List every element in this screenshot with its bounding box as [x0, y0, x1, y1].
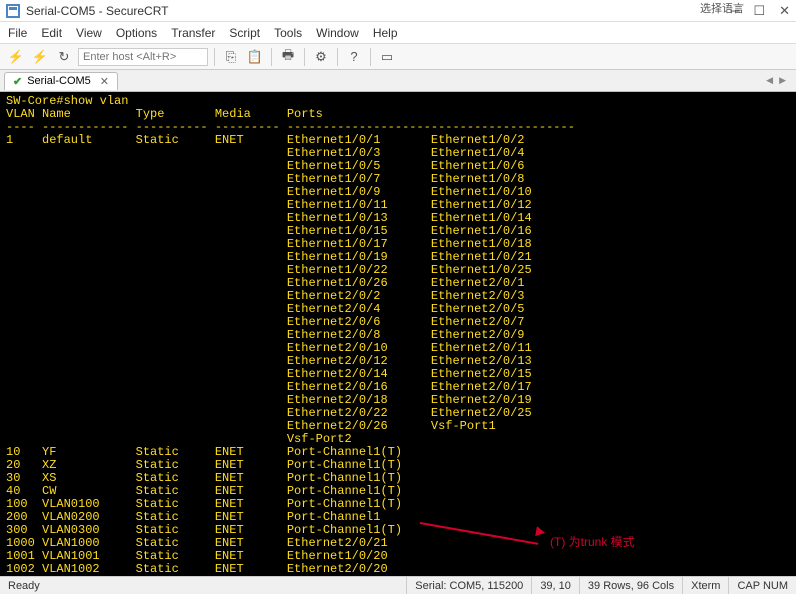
menu-edit[interactable]: Edit	[41, 26, 62, 40]
menu-file[interactable]: File	[8, 26, 27, 40]
title-bar: Serial-COM5 - SecureCRT ─ ☐ ✕	[0, 0, 796, 22]
reconnect-icon[interactable]: ↻	[54, 47, 74, 67]
copy-icon[interactable]: ⎘	[221, 47, 241, 67]
paste-icon[interactable]: 📋	[245, 47, 265, 67]
status-bar: Ready Serial: COM5, 115200 39, 10 39 Row…	[0, 576, 796, 594]
tab-next-icon[interactable]: ▶	[779, 75, 786, 86]
menu-bar: File Edit View Options Transfer Script T…	[0, 22, 796, 44]
tab-close-icon[interactable]: ✕	[100, 75, 109, 88]
menu-options[interactable]: Options	[116, 26, 157, 40]
connect-icon[interactable]: ⚡	[6, 47, 26, 67]
host-input[interactable]	[78, 48, 208, 66]
tab-label: Serial-COM5	[27, 75, 91, 87]
quick-connect-icon[interactable]: ⚡	[30, 47, 50, 67]
tab-serial-com5[interactable]: ✔ Serial-COM5 ✕	[4, 72, 118, 90]
settings-icon[interactable]: ⚙	[311, 47, 331, 67]
maximize-button[interactable]: ☐	[753, 3, 765, 19]
window-icon[interactable]: ▭	[377, 47, 397, 67]
tab-prev-icon[interactable]: ◀	[766, 75, 773, 86]
check-icon: ✔	[13, 75, 22, 88]
status-ready: Ready	[0, 577, 407, 594]
separator	[214, 48, 215, 66]
tab-bar: ✔ Serial-COM5 ✕ ◀ ▶	[0, 70, 796, 92]
terminal[interactable]: (T) 为trunk 模式 SW-Core#show vlanVLAN Name…	[0, 92, 796, 576]
status-caps: CAP NUM	[729, 577, 796, 594]
menu-transfer[interactable]: Transfer	[171, 26, 215, 40]
window-title: Serial-COM5 - SecureCRT	[26, 4, 730, 18]
separator	[271, 48, 272, 66]
menu-script[interactable]: Script	[229, 26, 260, 40]
status-connection: Serial: COM5, 115200	[407, 577, 532, 594]
status-cursor-pos: 39, 10	[532, 577, 580, 594]
help-icon[interactable]: ?	[344, 47, 364, 67]
close-button[interactable]: ✕	[779, 3, 790, 19]
status-mode: Xterm	[683, 577, 729, 594]
app-icon	[6, 4, 20, 18]
menu-help[interactable]: Help	[373, 26, 398, 40]
separator	[370, 48, 371, 66]
print-icon[interactable]: 🖶	[278, 47, 298, 67]
toolbar: ⚡ ⚡ ↻ ⎘ 📋 🖶 ⚙ ? ▭	[0, 44, 796, 70]
separator	[337, 48, 338, 66]
menu-view[interactable]: View	[76, 26, 102, 40]
lang-label: 选择语言	[700, 0, 744, 16]
menu-window[interactable]: Window	[316, 26, 359, 40]
separator	[304, 48, 305, 66]
menu-tools[interactable]: Tools	[274, 26, 302, 40]
status-size: 39 Rows, 96 Cols	[580, 577, 683, 594]
